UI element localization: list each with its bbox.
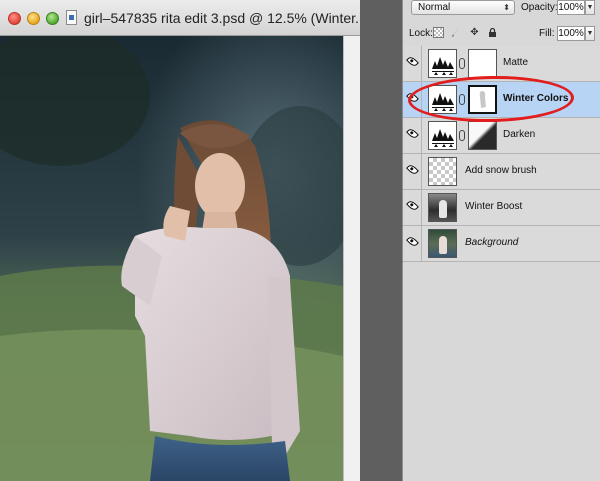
lock-all-padlock-icon[interactable] [487, 27, 498, 38]
layer-thumbnail[interactable] [428, 193, 457, 222]
layer-name: Add snow brush [465, 165, 537, 176]
layer-thumbnail[interactable] [428, 229, 457, 258]
layer-thumbnail[interactable] [428, 157, 457, 186]
mask-link-icon[interactable] [459, 58, 465, 69]
levels-adjustment-icon[interactable] [428, 49, 457, 78]
layer-row-winter-boost[interactable]: Winter Boost [403, 190, 600, 226]
eye-icon [406, 235, 419, 248]
levels-adjustment-icon[interactable] [428, 121, 457, 150]
visibility-toggle[interactable] [403, 82, 422, 117]
fill-slider-button[interactable]: ▼ [585, 26, 595, 41]
visibility-toggle[interactable] [403, 118, 422, 153]
layer-row-matte[interactable]: Matte [403, 46, 600, 82]
document-window: girl–547835 rita edit 3.psd @ 12.5% (Win… [0, 0, 360, 481]
layer-row-background[interactable]: Background [403, 226, 600, 262]
lock-position-move-icon[interactable]: ✥ [469, 27, 480, 38]
opacity-input[interactable]: 100% [557, 0, 585, 15]
eye-icon [406, 91, 419, 104]
blend-mode-value: Normal [418, 2, 451, 13]
eye-icon [406, 127, 419, 140]
zoom-window-button[interactable] [46, 12, 59, 25]
visibility-toggle[interactable] [403, 226, 422, 261]
opacity-label: Opacity: [521, 2, 558, 13]
image-canvas[interactable] [0, 36, 343, 481]
lock-label: Lock: [409, 28, 433, 39]
layer-row-add-snow-brush[interactable]: Add snow brush [403, 154, 600, 190]
mask-link-icon[interactable] [459, 130, 465, 141]
layer-name: Winter Boost [465, 201, 523, 212]
visibility-toggle[interactable] [403, 190, 422, 225]
visibility-toggle[interactable] [403, 154, 422, 189]
layer-row-darken[interactable]: Darken [403, 118, 600, 154]
blend-mode-select[interactable]: Normal ⬍ [411, 0, 515, 15]
opacity-slider-button[interactable]: ▼ [585, 0, 595, 15]
eye-icon [406, 199, 419, 212]
layers-panel: Normal ⬍ Opacity: 100% ▼ Lock: ✥ Fill: 1… [402, 0, 600, 481]
lock-pixels-brush-icon[interactable] [450, 27, 461, 38]
workspace-gutter [360, 0, 402, 481]
layer-mask-thumbnail[interactable] [468, 121, 497, 150]
layer-mask-thumbnail[interactable] [468, 85, 497, 114]
fill-label: Fill: [539, 28, 555, 39]
layer-mask-thumbnail[interactable] [468, 49, 497, 78]
psd-document-icon [66, 10, 77, 25]
close-window-button[interactable] [8, 12, 21, 25]
fill-input[interactable]: 100% [557, 26, 585, 41]
minimize-window-button[interactable] [27, 12, 40, 25]
canvas-pasteboard [343, 36, 360, 481]
photo-canvas-image [0, 36, 343, 481]
visibility-toggle[interactable] [403, 46, 422, 81]
layer-name: Darken [503, 129, 536, 140]
layer-row-winter-colors[interactable]: Winter Colors [403, 82, 600, 118]
layer-name: Background [465, 237, 519, 248]
mask-link-icon[interactable] [459, 94, 465, 105]
layer-name: Winter Colors [503, 93, 569, 104]
document-title: girl–547835 rita edit 3.psd @ 12.5% (Win… [84, 10, 360, 26]
lock-transparency-icon[interactable] [433, 27, 444, 38]
layer-name: Matte [503, 57, 529, 68]
eye-icon [406, 163, 419, 176]
layers-list: Matte Winter Colors Darken Add snow brus… [403, 46, 600, 262]
eye-icon [406, 55, 419, 68]
select-arrows-icon: ⬍ [503, 3, 510, 12]
levels-adjustment-icon[interactable] [428, 85, 457, 114]
document-title-bar[interactable]: girl–547835 rita edit 3.psd @ 12.5% (Win… [0, 0, 360, 36]
